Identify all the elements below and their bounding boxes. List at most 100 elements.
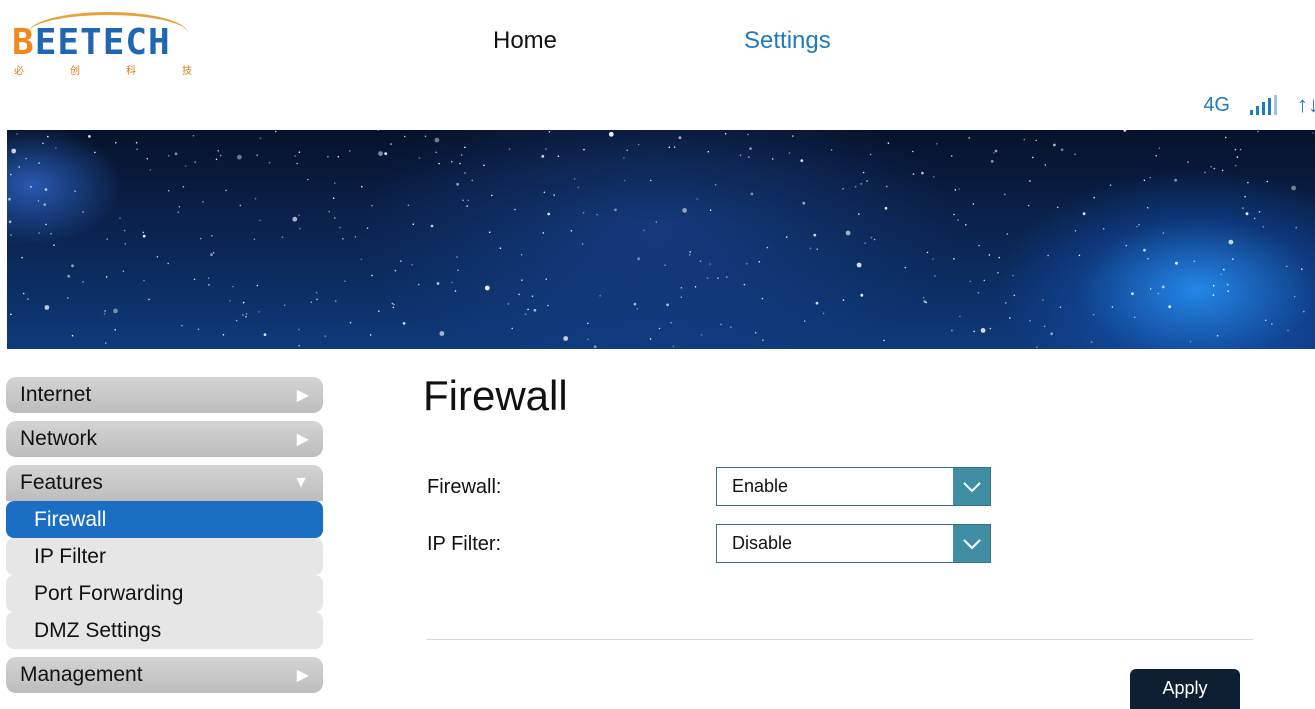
ip-filter-select[interactable]: Disable	[716, 524, 991, 563]
sidebar-subitem-dmz-settings[interactable]: DMZ Settings	[6, 612, 323, 649]
star	[82, 281, 84, 283]
stars-layer	[8, 130, 1314, 349]
star	[1029, 180, 1031, 182]
sidebar-item-label: Features	[20, 471, 103, 494]
star	[27, 298, 29, 300]
star	[1125, 244, 1128, 247]
star	[1266, 180, 1268, 183]
sidebar-item-features[interactable]: Features ▼	[6, 465, 323, 501]
star	[1143, 179, 1146, 182]
star	[207, 277, 210, 279]
star	[457, 269, 459, 271]
star	[637, 143, 640, 146]
star	[830, 149, 833, 151]
star	[649, 179, 652, 182]
star	[1143, 248, 1146, 252]
star	[462, 199, 464, 202]
star	[283, 304, 286, 306]
star	[1271, 323, 1273, 325]
star	[136, 148, 138, 151]
star	[543, 191, 546, 194]
nav-home[interactable]: Home	[493, 27, 557, 55]
star	[1042, 299, 1044, 301]
star	[1232, 258, 1234, 260]
status-bar: 4G ↑↓	[1203, 92, 1315, 118]
sidebar-item-management[interactable]: Management ▶	[6, 657, 323, 693]
star	[953, 213, 955, 216]
star	[873, 238, 876, 241]
star	[225, 189, 227, 192]
star	[1221, 169, 1224, 172]
star	[1074, 230, 1077, 232]
apply-button[interactable]: Apply	[1130, 669, 1240, 709]
star	[1175, 261, 1178, 265]
star	[933, 176, 935, 178]
star	[1234, 164, 1237, 167]
star	[67, 297, 69, 299]
star	[181, 324, 183, 327]
star	[813, 233, 817, 237]
star	[1301, 268, 1303, 270]
sidebar-item-network[interactable]: Network ▶	[6, 421, 323, 457]
star	[50, 233, 52, 235]
sidebar-subitem-firewall[interactable]: Firewall	[6, 501, 323, 538]
star	[464, 146, 466, 149]
sidebar-subitem-ip-filter[interactable]: IP Filter	[6, 538, 323, 575]
star	[438, 162, 440, 165]
star	[334, 217, 336, 219]
star	[71, 264, 74, 268]
star	[1204, 171, 1206, 174]
star	[706, 277, 709, 279]
star	[577, 186, 579, 189]
network-type: 4G	[1203, 93, 1230, 116]
star	[977, 291, 980, 294]
star	[994, 149, 998, 153]
star	[524, 313, 527, 315]
star	[953, 258, 955, 260]
star	[44, 305, 50, 310]
star	[699, 260, 702, 262]
sidebar-subitem-port-forwarding[interactable]: Port Forwarding	[6, 575, 323, 612]
star	[912, 173, 915, 175]
star	[315, 291, 318, 294]
star	[1242, 207, 1244, 209]
star	[281, 236, 284, 238]
star	[668, 146, 671, 148]
star	[235, 319, 238, 322]
star	[471, 179, 474, 182]
star	[983, 279, 986, 282]
star	[1287, 329, 1289, 332]
star	[25, 157, 27, 160]
star	[934, 275, 936, 277]
star	[912, 150, 914, 153]
star	[1264, 319, 1267, 322]
star	[1147, 257, 1149, 260]
star	[55, 147, 57, 149]
star	[673, 146, 676, 148]
star	[229, 300, 231, 302]
nav-settings[interactable]: Settings	[744, 27, 831, 55]
ip-filter-select-value: Disable	[732, 533, 793, 553]
star	[1136, 225, 1138, 228]
star	[258, 311, 260, 313]
firewall-select[interactable]: Enable	[716, 467, 991, 506]
star	[643, 229, 645, 232]
star	[518, 293, 520, 296]
star	[726, 276, 728, 278]
star	[412, 223, 415, 225]
ip-filter-label: IP Filter:	[427, 533, 502, 555]
star	[11, 148, 17, 154]
star	[1092, 313, 1095, 316]
star	[655, 221, 658, 223]
star	[1078, 254, 1081, 257]
star	[104, 342, 107, 344]
star	[1053, 143, 1056, 147]
star	[1293, 295, 1296, 298]
star	[809, 247, 812, 250]
star	[1227, 290, 1229, 292]
sidebar-item-internet[interactable]: Internet ▶	[6, 377, 323, 413]
star	[1247, 181, 1249, 184]
star	[664, 264, 666, 266]
star	[337, 155, 340, 158]
star	[466, 205, 469, 207]
